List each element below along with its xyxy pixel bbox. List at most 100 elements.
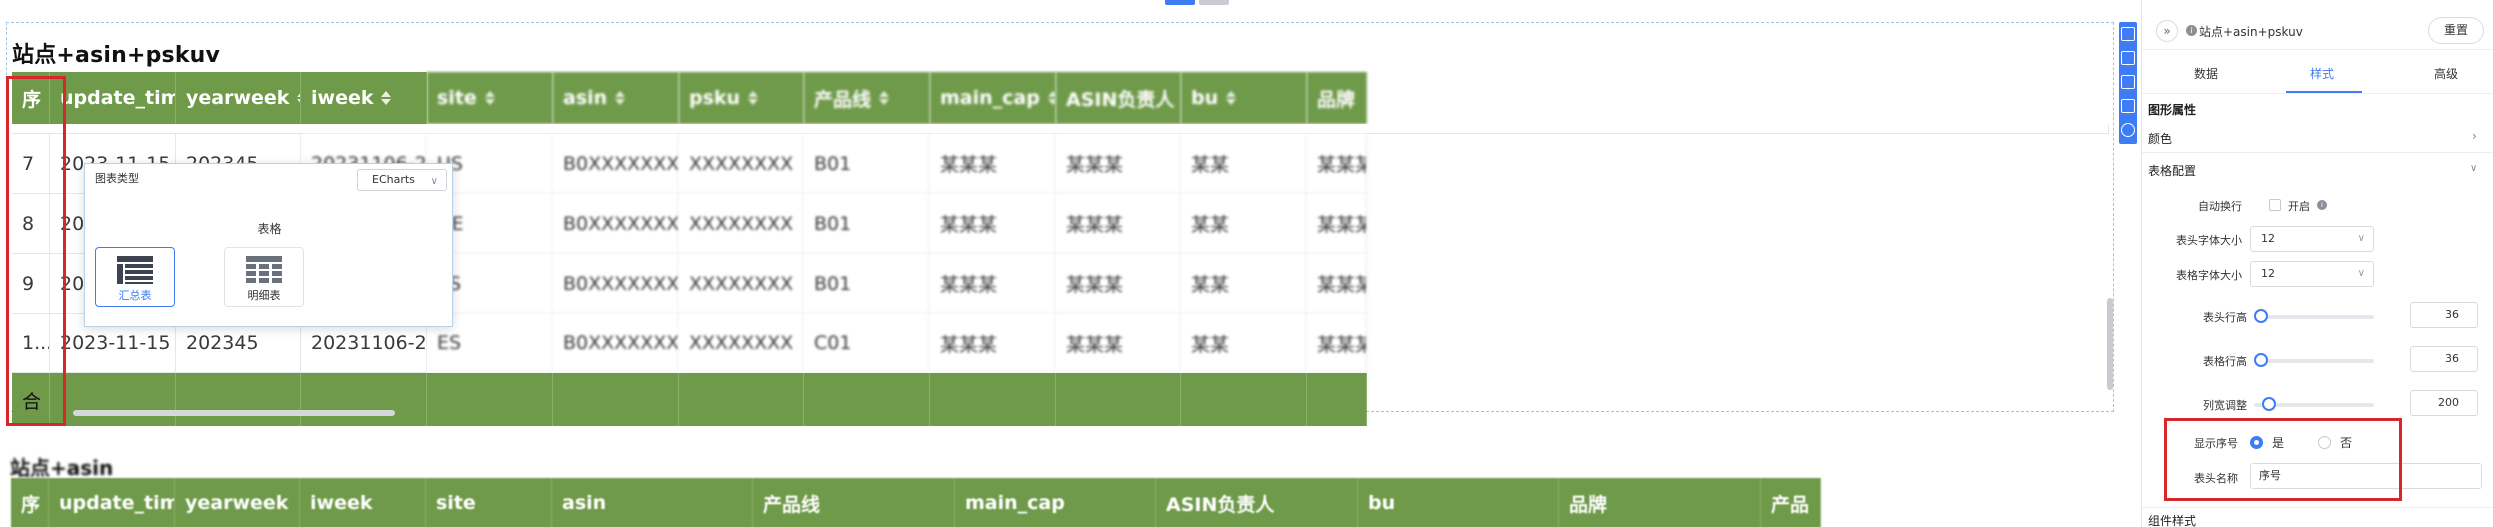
chart-type-detail-table[interactable]: 明细表 — [224, 247, 304, 307]
slider-handle[interactable] — [2262, 397, 2277, 411]
chart-type-label: 图表类型 — [95, 172, 139, 185]
horizontal-scrollbar[interactable] — [73, 410, 395, 416]
table-cell: XXXXXXXX — [679, 314, 804, 373]
slider-handle[interactable] — [2254, 353, 2268, 367]
column-width-slider[interactable] — [2254, 397, 2374, 411]
cell-row-height-slider[interactable] — [2254, 353, 2374, 367]
table-cell: 某某 — [1181, 194, 1307, 254]
table-config-section[interactable]: 表格配置 — [2148, 162, 2196, 179]
header-row-height-slider[interactable] — [2254, 309, 2374, 323]
table-cell: B01 — [804, 134, 930, 194]
header-cell[interactable]: bu — [1358, 478, 1559, 527]
canvas-tab-inactive[interactable] — [1199, 0, 1229, 5]
reset-button[interactable]: 重置 — [2428, 17, 2484, 44]
index-settings-highlight — [2164, 418, 2402, 501]
chart-engine-value: ECharts — [372, 173, 415, 186]
header-site[interactable]: site — [427, 72, 553, 124]
sort-icon[interactable] — [297, 90, 300, 106]
header-cell[interactable]: 序 — [11, 478, 49, 527]
table-row-clipped — [12, 124, 2109, 134]
header-bu[interactable]: bu — [1181, 72, 1307, 124]
total-cell — [1056, 373, 1181, 427]
sort-icon[interactable] — [615, 90, 626, 106]
header-cell[interactable]: update_time — [49, 478, 175, 527]
column-width-input[interactable]: 200 — [2410, 390, 2478, 416]
header-font-size-label: 表头字体大小 — [2176, 234, 2242, 247]
header-psku[interactable]: psku — [679, 72, 804, 124]
table-cell: 某某某 — [1307, 254, 1367, 314]
chevron-right-icon[interactable]: › — [2472, 129, 2477, 143]
total-cell — [427, 373, 553, 427]
header-font-size-select[interactable]: 12 ∨ — [2250, 226, 2374, 252]
summary-table-icon — [117, 256, 153, 284]
header-cell[interactable]: 产品 — [1761, 478, 1821, 527]
header-index[interactable]: 序 — [12, 72, 50, 124]
header-iweek[interactable]: iweek — [301, 72, 427, 124]
copy-icon[interactable] — [2121, 75, 2135, 89]
component-toolbar — [2119, 22, 2137, 144]
component-style-section[interactable]: 组件样式 — [2148, 512, 2196, 527]
filter-icon[interactable] — [2121, 51, 2135, 65]
sort-icon[interactable] — [381, 90, 392, 106]
header-cell[interactable]: 产品线 — [753, 478, 955, 527]
edit-icon[interactable] — [2121, 27, 2135, 41]
chart-section-title: 表格 — [257, 222, 282, 236]
color-section[interactable]: 颜色 — [2148, 130, 2172, 147]
tab-data[interactable]: 数据 — [2194, 65, 2218, 82]
header-label: yearweek — [186, 87, 290, 109]
header-label: main_cap — [940, 87, 1040, 109]
header-cell[interactable]: asin — [552, 478, 753, 527]
chart-type-label: 汇总表 — [118, 289, 152, 302]
header-label: site — [437, 87, 477, 109]
header-brand[interactable]: 品牌 — [1307, 72, 1367, 124]
header-label: ASIN负责人 — [1066, 88, 1175, 111]
settings-icon[interactable] — [2121, 123, 2135, 137]
cell-row-height-label: 表格行高 — [2203, 355, 2247, 368]
export-icon[interactable] — [2121, 99, 2135, 113]
collapse-icon[interactable]: » — [2156, 20, 2178, 42]
cell-font-size-select[interactable]: 12 ∨ — [2250, 261, 2374, 287]
sort-icon[interactable] — [484, 90, 495, 106]
header-asin[interactable]: asin — [553, 72, 679, 124]
select-value: 12 — [2261, 267, 2275, 280]
tab-advanced[interactable]: 高级 — [2434, 65, 2458, 82]
canvas-tab-active[interactable] — [1165, 0, 1195, 5]
table-row — [12, 124, 2109, 134]
header-label: bu — [1191, 87, 1219, 109]
sort-icon[interactable] — [1226, 90, 1237, 106]
table-card-2[interactable]: 站点+asin 序 update_time yearweek iweek sit… — [6, 426, 2114, 527]
header-asin-owner[interactable]: ASIN负责人 — [1056, 72, 1181, 124]
tab-style[interactable]: 样式 — [2310, 65, 2334, 82]
header-main-cap[interactable]: main_cap — [930, 72, 1056, 124]
total-cell — [679, 373, 804, 427]
header-cell[interactable]: yearweek — [175, 478, 300, 527]
total-cell — [553, 373, 679, 427]
chart-engine-select[interactable]: ECharts ∨ — [357, 169, 447, 191]
chevron-down-icon: ∨ — [2357, 268, 2365, 279]
header-yearweek[interactable]: yearweek — [176, 72, 301, 124]
table-cell: 某某 — [1181, 134, 1307, 194]
header-cell[interactable]: site — [426, 478, 552, 527]
table-cell: B01 — [804, 194, 930, 254]
auto-wrap-checkbox[interactable] — [2269, 199, 2281, 211]
header-cell[interactable]: iweek — [300, 478, 426, 527]
header-update-time[interactable]: update_time — [50, 72, 176, 124]
chart-type-summary-table[interactable]: 汇总表 — [95, 247, 175, 307]
table-cell: 某某某 — [1307, 314, 1367, 373]
header-cell[interactable]: ASIN负责人 — [1156, 478, 1358, 527]
select-value: 12 — [2261, 232, 2275, 245]
chevron-down-icon[interactable]: ∨ — [2470, 163, 2477, 174]
cell-row-height-input[interactable]: 36 — [2410, 346, 2478, 372]
header-label: 产品线 — [814, 88, 872, 111]
slider-handle[interactable] — [2254, 309, 2268, 323]
sort-icon[interactable] — [1047, 90, 1055, 106]
header-cell[interactable]: main_cap — [955, 478, 1156, 527]
column-width-label: 列宽调整 — [2203, 399, 2247, 412]
sort-icon[interactable] — [879, 90, 890, 106]
total-cell — [804, 373, 930, 427]
vertical-scrollbar[interactable] — [2107, 298, 2113, 390]
header-row-height-input[interactable]: 36 — [2410, 302, 2478, 328]
header-cell[interactable]: 品牌 — [1559, 478, 1761, 527]
sort-icon[interactable] — [748, 90, 759, 106]
header-product-line[interactable]: 产品线 — [804, 72, 930, 124]
